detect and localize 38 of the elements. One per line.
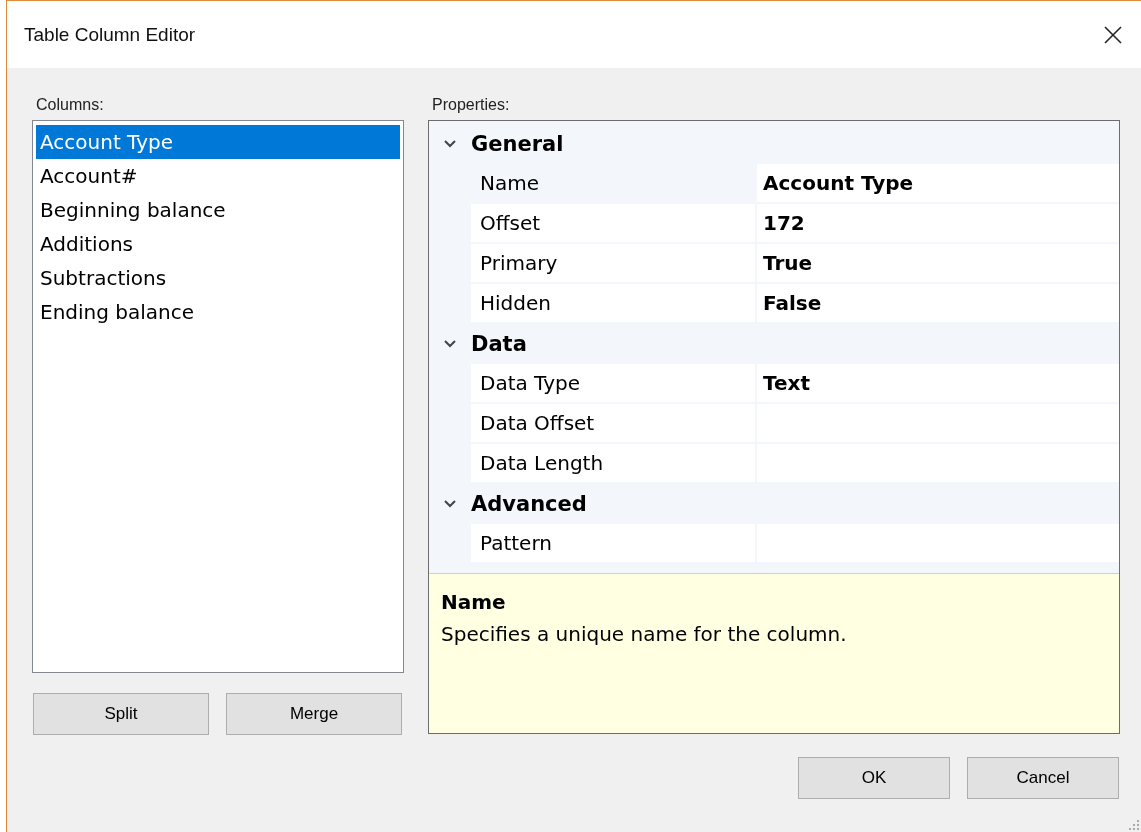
property-value[interactable]: Account Type <box>757 164 1119 204</box>
cancel-button[interactable]: Cancel <box>967 757 1119 799</box>
column-item[interactable]: Beginning balance <box>36 193 400 227</box>
columns-label: Columns: <box>35 96 105 115</box>
property-name[interactable]: Data Offset <box>471 404 757 444</box>
category-name: Advanced <box>471 492 587 516</box>
property-value[interactable]: Text <box>757 364 1119 404</box>
property-name[interactable]: Hidden <box>471 284 757 324</box>
ok-button[interactable]: OK <box>798 757 950 799</box>
column-item[interactable]: Ending balance <box>36 295 400 329</box>
column-item[interactable]: Additions <box>36 227 400 261</box>
property-name[interactable]: Pattern <box>471 524 757 564</box>
window-title: Table Column Editor <box>24 23 196 46</box>
close-icon <box>1103 24 1123 45</box>
property-value[interactable] <box>757 444 1119 484</box>
resize-grip-icon[interactable] <box>1129 820 1139 830</box>
category-name: General <box>471 132 564 156</box>
properties-label: Properties: <box>431 96 511 115</box>
property-name[interactable]: Primary <box>471 244 757 284</box>
property-value[interactable]: True <box>757 244 1119 284</box>
column-item[interactable]: Subtractions <box>36 261 400 295</box>
property-value[interactable] <box>757 404 1119 444</box>
chevron-icon <box>443 339 457 349</box>
property-value[interactable]: 172 <box>757 204 1119 244</box>
column-item[interactable]: Account Type <box>36 125 400 159</box>
property-name[interactable]: Data Type <box>471 364 757 404</box>
description-text: Specifies a unique name for the column. <box>441 622 848 646</box>
property-value[interactable] <box>757 524 1119 564</box>
property-value[interactable]: False <box>757 284 1119 324</box>
split-button[interactable]: Split <box>33 693 209 735</box>
property-name[interactable]: Offset <box>471 204 757 244</box>
category-name: Data <box>471 332 527 356</box>
column-item[interactable]: Account# <box>36 159 400 193</box>
property-name[interactable]: Data Length <box>471 444 757 484</box>
chevron-icon <box>443 499 457 509</box>
description-title: Name <box>441 590 507 614</box>
merge-button[interactable]: Merge <box>226 693 402 735</box>
chevron-icon <box>443 139 457 149</box>
